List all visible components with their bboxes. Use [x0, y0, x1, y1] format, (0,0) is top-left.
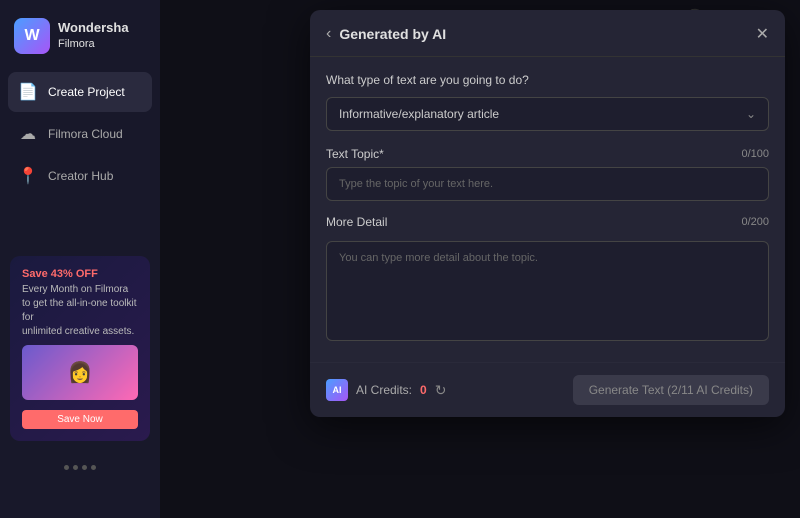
text-topic-input[interactable] [326, 167, 769, 201]
dropdown-value: Informative/explanatory article [339, 107, 499, 121]
dialog-header: ‹ Generated by AI ✕ [310, 10, 785, 57]
credits-refresh-icon[interactable]: ↻ [435, 382, 447, 399]
sidebar-item-create-project[interactable]: 📄 Create Project [8, 72, 152, 112]
more-detail-textarea[interactable] [326, 241, 769, 341]
dialog-footer: AI AI Credits: 0 ↻ Generate Text (2/11 A… [310, 362, 785, 417]
text-topic-counter: 0/100 [741, 148, 769, 160]
more-detail-header: More Detail 0/200 [326, 215, 769, 229]
back-button[interactable]: ‹ [326, 25, 331, 43]
sidebar-nav: 📄 Create Project ☁ Filmora Cloud 📍 Creat… [0, 72, 160, 196]
dialog-header-left: ‹ Generated by AI [326, 25, 446, 43]
creator-hub-icon: 📍 [18, 166, 38, 186]
dialog-body: What type of text are you going to do? I… [310, 57, 785, 362]
chevron-down-icon: ⌄ [746, 107, 756, 121]
generate-button[interactable]: Generate Text (2/11 AI Credits) [573, 375, 769, 405]
ad-discount: Save 43% OFF [22, 268, 138, 280]
credits-value: 0 [420, 383, 427, 397]
ad-line3: unlimited creative assets. [22, 325, 138, 339]
sidebar-ad: Save 43% OFF Every Month on Filmora to g… [10, 256, 150, 441]
dot-3 [82, 465, 87, 470]
logo-icon: W [14, 18, 50, 54]
ai-badge: AI [326, 379, 348, 401]
ad-line2: to get the all-in-one toolkit for [22, 297, 138, 325]
create-project-icon: 📄 [18, 82, 38, 102]
sidebar-item-filmora-cloud[interactable]: ☁ Filmora Cloud [8, 114, 152, 154]
ai-label: AI Credits: [356, 383, 412, 397]
dialog-title: Generated by AI [339, 26, 446, 42]
sidebar: W Wondersha Filmora 📄 Create Project ☁ F… [0, 0, 160, 518]
ai-dialog: ‹ Generated by AI ✕ What type of text ar… [310, 10, 785, 417]
sidebar-item-creator-hub[interactable]: 📍 Creator Hub [8, 156, 152, 196]
dot-1 [64, 465, 69, 470]
dot-4 [91, 465, 96, 470]
dialog-close-button[interactable]: ✕ [756, 24, 769, 44]
more-detail-counter: 0/200 [741, 216, 769, 228]
text-topic-label: Text Topic* [326, 147, 384, 161]
main-content: ☁ 🎧 ⊞ — ✕ 🗂 Open Project Copywriting › 🔍… [160, 0, 800, 518]
sidebar-logo: W Wondersha Filmora [0, 0, 160, 72]
sidebar-dots [0, 457, 160, 482]
dialog-question: What type of text are you going to do? [326, 73, 769, 87]
logo-text: Wondersha Filmora [58, 20, 129, 51]
more-detail-section: More Detail 0/200 [326, 215, 769, 346]
text-type-dropdown[interactable]: Informative/explanatory article ⌄ [326, 97, 769, 131]
ai-credits-section: AI AI Credits: 0 ↻ [326, 379, 446, 401]
ad-line1: Every Month on Filmora [22, 283, 138, 297]
filmora-cloud-icon: ☁ [18, 124, 38, 144]
more-detail-label: More Detail [326, 215, 387, 229]
text-topic-header: Text Topic* 0/100 [326, 147, 769, 161]
ad-save-button[interactable]: Save Now [22, 410, 138, 429]
dot-2 [73, 465, 78, 470]
ad-image: 👩 [22, 345, 138, 400]
app-background: W Wondersha Filmora 📄 Create Project ☁ F… [0, 0, 800, 518]
